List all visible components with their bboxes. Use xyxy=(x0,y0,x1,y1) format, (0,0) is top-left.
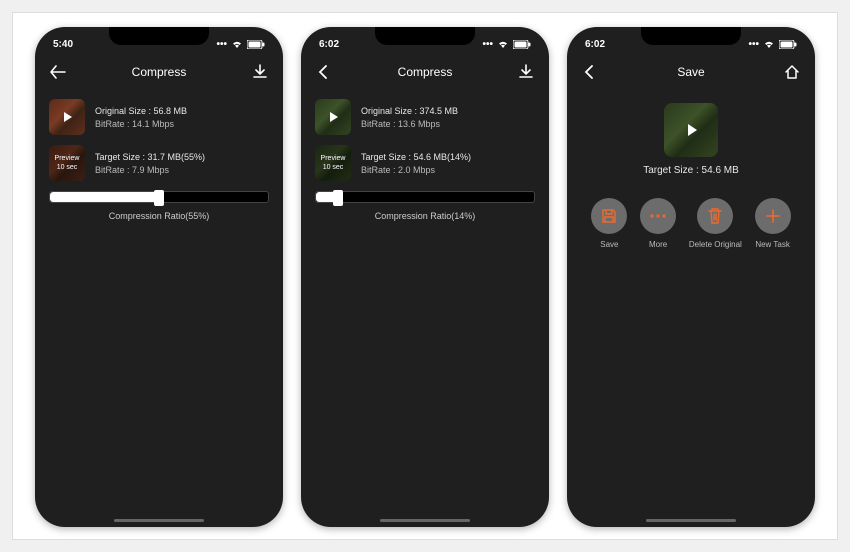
preview-thumb[interactable]: Preview 10 sec xyxy=(315,145,351,181)
original-video-thumb[interactable] xyxy=(49,99,85,135)
ratio-caption: Compression Ratio(14%) xyxy=(315,211,535,221)
action-label: More xyxy=(649,240,667,249)
target-row: Preview 10 sec Target Size : 31.7 MB(55%… xyxy=(49,145,269,181)
preview-bottom-text: 10 sec xyxy=(57,163,78,172)
home-button[interactable] xyxy=(783,63,801,81)
preview-top-text: Preview xyxy=(55,154,80,163)
battery-icon xyxy=(513,40,531,49)
more-icon xyxy=(640,198,676,234)
save-icon xyxy=(591,198,627,234)
phone-frame-2: 6:02 ••• Compress xyxy=(301,27,549,527)
target-row: Preview 10 sec Target Size : 54.6 MB(14%… xyxy=(315,145,535,181)
wifi-icon xyxy=(763,39,775,49)
content-area: Original Size : 374.5 MB BitRate : 13.6 … xyxy=(301,91,549,229)
original-size-label: Original Size : 56.8 MB xyxy=(95,106,187,116)
save-target-size: Target Size : 54.6 MB xyxy=(581,165,801,176)
battery-icon xyxy=(779,40,797,49)
content-area: Target Size : 54.6 MB Save More xyxy=(567,91,815,257)
original-video-thumb[interactable] xyxy=(315,99,351,135)
status-time: 6:02 xyxy=(319,39,339,50)
preview-thumb-label: Preview 10 sec xyxy=(49,145,85,181)
download-icon xyxy=(518,64,534,80)
notch xyxy=(109,27,209,45)
preview-thumb[interactable]: Preview 10 sec xyxy=(49,145,85,181)
wifi-icon xyxy=(231,39,243,49)
signal-icon: ••• xyxy=(216,39,227,50)
chevron-left-icon xyxy=(584,65,596,79)
phone-frame-3: 6:02 ••• Save Target Size : 54.6 MB xyxy=(567,27,815,527)
content-area: Original Size : 56.8 MB BitRate : 14.1 M… xyxy=(35,91,283,229)
home-indicator xyxy=(646,519,736,522)
target-bitrate-label: BitRate : 7.9 Mbps xyxy=(95,165,205,175)
action-label: Delete Original xyxy=(689,240,742,249)
home-indicator xyxy=(380,519,470,522)
notch xyxy=(641,27,741,45)
signal-icon: ••• xyxy=(482,39,493,50)
play-icon xyxy=(664,103,718,157)
back-button[interactable] xyxy=(581,63,599,81)
action-label: New Task xyxy=(755,240,790,249)
status-time: 6:02 xyxy=(585,39,605,50)
download-button[interactable] xyxy=(517,63,535,81)
action-new-task[interactable]: New Task xyxy=(755,198,791,249)
status-icons: ••• xyxy=(482,39,531,50)
screenshot-canvas: 5:40 ••• Compress xyxy=(12,12,838,540)
play-icon xyxy=(315,99,351,135)
phone-frame-1: 5:40 ••• Compress xyxy=(35,27,283,527)
status-icons: ••• xyxy=(216,39,265,50)
action-row: Save More Delete Original xyxy=(581,198,801,249)
home-indicator xyxy=(114,519,204,522)
wifi-icon xyxy=(497,39,509,49)
original-text: Original Size : 374.5 MB BitRate : 13.6 … xyxy=(361,106,458,129)
target-bitrate-label: BitRate : 2.0 Mbps xyxy=(361,165,471,175)
original-size-label: Original Size : 374.5 MB xyxy=(361,106,458,116)
action-more[interactable]: More xyxy=(640,198,676,249)
compression-slider[interactable] xyxy=(315,191,535,203)
slider-knob[interactable] xyxy=(154,190,164,206)
original-bitrate-label: BitRate : 13.6 Mbps xyxy=(361,119,458,129)
original-row: Original Size : 56.8 MB BitRate : 14.1 M… xyxy=(49,99,269,135)
action-save[interactable]: Save xyxy=(591,198,627,249)
target-size-label: Target Size : 54.6 MB(14%) xyxy=(361,152,471,162)
back-button[interactable] xyxy=(49,63,67,81)
slider-fill xyxy=(50,192,159,202)
preview-thumb-label: Preview 10 sec xyxy=(315,145,351,181)
back-arrow-icon xyxy=(50,65,66,79)
signal-icon: ••• xyxy=(748,39,759,50)
original-row: Original Size : 374.5 MB BitRate : 13.6 … xyxy=(315,99,535,135)
battery-icon xyxy=(247,40,265,49)
download-button[interactable] xyxy=(251,63,269,81)
status-icons: ••• xyxy=(748,39,797,50)
preview-top-text: Preview xyxy=(321,154,346,163)
original-text: Original Size : 56.8 MB BitRate : 14.1 M… xyxy=(95,106,187,129)
header-title: Compress xyxy=(333,65,517,79)
download-icon xyxy=(252,64,268,80)
slider-knob[interactable] xyxy=(333,190,343,206)
back-button[interactable] xyxy=(315,63,333,81)
notch xyxy=(375,27,475,45)
status-time: 5:40 xyxy=(53,39,73,50)
home-icon xyxy=(784,64,800,80)
preview-bottom-text: 10 sec xyxy=(323,163,344,172)
compression-slider[interactable] xyxy=(49,191,269,203)
play-icon xyxy=(49,99,85,135)
target-text: Target Size : 54.6 MB(14%) BitRate : 2.0… xyxy=(361,152,471,175)
chevron-left-icon xyxy=(318,65,330,79)
trash-icon xyxy=(697,198,733,234)
screen-header: Compress xyxy=(301,55,549,91)
action-delete-original[interactable]: Delete Original xyxy=(689,198,742,249)
target-size-label: Target Size : 31.7 MB(55%) xyxy=(95,152,205,162)
saved-video-thumb[interactable] xyxy=(664,103,718,157)
screen-header: Compress xyxy=(35,55,283,91)
plus-icon xyxy=(755,198,791,234)
header-title: Save xyxy=(599,65,783,79)
target-text: Target Size : 31.7 MB(55%) BitRate : 7.9… xyxy=(95,152,205,175)
action-label: Save xyxy=(600,240,618,249)
original-bitrate-label: BitRate : 14.1 Mbps xyxy=(95,119,187,129)
ratio-caption: Compression Ratio(55%) xyxy=(49,211,269,221)
screen-header: Save xyxy=(567,55,815,91)
header-title: Compress xyxy=(67,65,251,79)
